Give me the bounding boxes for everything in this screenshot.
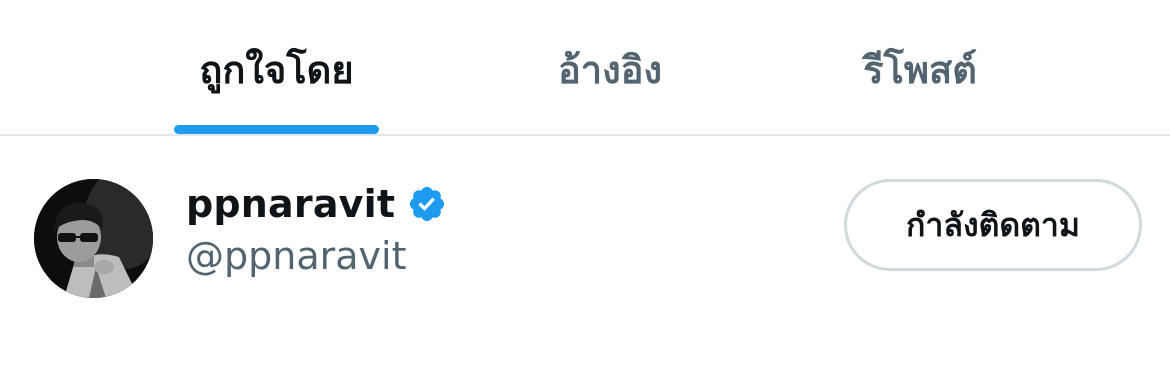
display-name-line: ppnaravit — [186, 180, 447, 228]
tab-quotes-label: อ้างอิง — [557, 47, 663, 92]
tab-quotes[interactable]: อ้างอิง — [520, 0, 700, 134]
following-button-label: กำลังติดตาม — [906, 205, 1080, 244]
profile-photo-icon — [34, 179, 153, 298]
display-name[interactable]: ppnaravit — [186, 182, 395, 226]
avatar[interactable] — [34, 179, 153, 298]
following-button[interactable]: กำลังติดตาม — [844, 179, 1142, 271]
tab-bar: ถูกใจโดย อ้างอิง รีโพสต์ — [0, 0, 1170, 136]
user-handle: @ppnaravit — [186, 234, 407, 278]
next-list-item-peek — [0, 380, 1170, 389]
user-list-item[interactable]: ppnaravit @ppnaravit กำลังติดตาม — [0, 136, 1170, 386]
tab-liked-by[interactable]: ถูกใจโดย — [174, 0, 379, 134]
tab-liked-by-label: ถูกใจโดย — [199, 47, 354, 92]
tab-reposts-label: รีโพสต์ — [863, 47, 977, 92]
verified-badge-icon — [407, 184, 447, 224]
tab-reposts[interactable]: รีโพสต์ — [830, 0, 1010, 134]
active-tab-indicator — [174, 125, 379, 134]
